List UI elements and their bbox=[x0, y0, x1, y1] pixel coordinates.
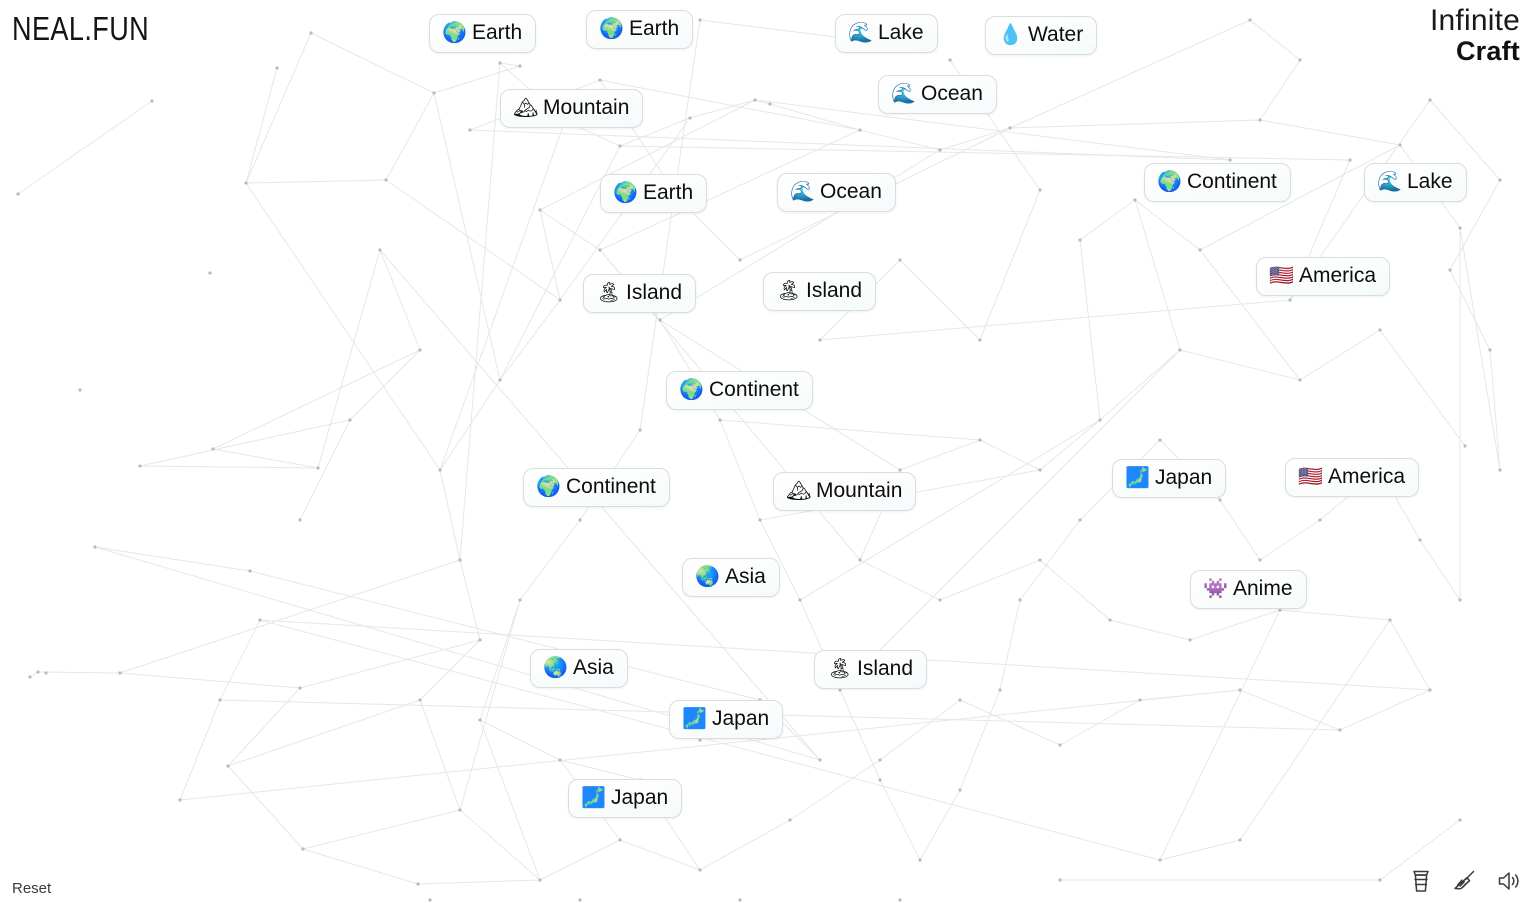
element-card[interactable]: 🏝 Island bbox=[763, 272, 877, 312]
element-label: Earth bbox=[472, 21, 523, 44]
snow-capped-mountain-icon: 🏔 bbox=[513, 97, 539, 120]
element-label: Continent bbox=[709, 378, 799, 401]
desert-island-icon: 🏝 bbox=[596, 282, 622, 305]
element-label: Island bbox=[806, 279, 863, 302]
water-wave-icon: 🌊 bbox=[848, 22, 873, 45]
element-label: Continent bbox=[566, 475, 656, 498]
speaker-icon[interactable] bbox=[1496, 867, 1522, 895]
element-card[interactable]: 🌏 Asia bbox=[682, 558, 780, 598]
background-network bbox=[16, 18, 1502, 902]
globe-europe-africa-icon: 🌍 bbox=[679, 379, 704, 402]
element-label: Ocean bbox=[820, 180, 882, 203]
element-card[interactable]: 🇺🇸 America bbox=[1285, 458, 1420, 498]
element-label: Ocean bbox=[921, 82, 983, 105]
globe-europe-africa-icon: 🌍 bbox=[442, 22, 467, 45]
element-label: America bbox=[1328, 465, 1406, 488]
element-card[interactable]: 🗾 Japan bbox=[669, 700, 784, 740]
element-card[interactable]: 🌍 Continent bbox=[523, 468, 670, 508]
map-of-japan-icon: 🗾 bbox=[682, 708, 707, 731]
snow-capped-mountain-icon: 🏔 bbox=[786, 480, 812, 503]
element-label: Island bbox=[626, 281, 683, 304]
element-card[interactable]: 🌍 Earth bbox=[586, 10, 694, 50]
coffee-cup-icon[interactable] bbox=[1408, 867, 1434, 895]
globe-asia-australia-icon: 🌏 bbox=[543, 657, 568, 680]
reset-button[interactable]: Reset bbox=[12, 880, 51, 897]
flag-united-states-icon: 🇺🇸 bbox=[1298, 466, 1323, 489]
element-label: Mountain bbox=[543, 96, 630, 119]
element-card[interactable]: 🌊 Lake bbox=[1364, 163, 1467, 203]
element-label: America bbox=[1299, 264, 1377, 287]
flag-united-states-icon: 🇺🇸 bbox=[1269, 265, 1294, 288]
droplet-icon: 💧 bbox=[998, 24, 1023, 47]
element-label: Lake bbox=[1407, 170, 1453, 193]
element-card[interactable]: 🌍 Earth bbox=[429, 14, 537, 54]
water-wave-icon: 🌊 bbox=[790, 181, 815, 204]
element-label: Mountain bbox=[816, 479, 903, 502]
infinite-craft-logo: Infinite Craft bbox=[1430, 6, 1520, 65]
element-label: Anime bbox=[1233, 577, 1293, 600]
element-card[interactable]: 🌍 Continent bbox=[1144, 163, 1291, 203]
element-card[interactable]: 🌊 Ocean bbox=[878, 75, 997, 115]
element-card[interactable]: 🌊 Ocean bbox=[777, 173, 896, 213]
network-edges bbox=[17, 19, 1501, 885]
element-label: Water bbox=[1028, 23, 1084, 46]
element-card[interactable]: 🏝 Island bbox=[814, 650, 928, 690]
element-label: Earth bbox=[629, 17, 680, 40]
broom-icon[interactable] bbox=[1452, 867, 1478, 895]
globe-europe-africa-icon: 🌍 bbox=[599, 18, 624, 41]
element-card[interactable]: 🌍 Earth bbox=[600, 174, 708, 214]
globe-europe-africa-icon: 🌍 bbox=[613, 182, 638, 205]
element-card[interactable]: 💧 Water bbox=[985, 16, 1098, 56]
desert-island-icon: 🏝 bbox=[827, 658, 853, 681]
water-wave-icon: 🌊 bbox=[891, 83, 916, 106]
element-label: Earth bbox=[643, 181, 694, 204]
alien-monster-icon: 👾 bbox=[1203, 578, 1228, 601]
element-label: Island bbox=[857, 657, 914, 680]
element-card[interactable]: 🌊 Lake bbox=[835, 14, 938, 54]
element-card[interactable]: 🏔 Mountain bbox=[500, 89, 644, 129]
network-nodes bbox=[16, 18, 1502, 902]
globe-europe-africa-icon: 🌍 bbox=[1157, 171, 1182, 194]
element-card[interactable]: 👾 Anime bbox=[1190, 570, 1307, 610]
element-card[interactable]: 🏔 Mountain bbox=[773, 472, 917, 512]
element-label: Asia bbox=[725, 565, 766, 588]
globe-asia-australia-icon: 🌏 bbox=[695, 566, 720, 589]
element-label: Continent bbox=[1187, 170, 1277, 193]
element-card[interactable]: 🌏 Asia bbox=[530, 649, 628, 689]
desert-island-icon: 🏝 bbox=[776, 280, 802, 303]
element-label: Lake bbox=[878, 21, 924, 44]
element-label: Asia bbox=[573, 656, 614, 679]
map-of-japan-icon: 🗾 bbox=[1125, 467, 1150, 490]
element-card[interactable]: 🗾 Japan bbox=[1112, 459, 1227, 499]
globe-europe-africa-icon: 🌍 bbox=[536, 476, 561, 499]
element-card[interactable]: 🇺🇸 America bbox=[1256, 257, 1391, 297]
tool-bar bbox=[1408, 867, 1522, 895]
element-card[interactable]: 🏝 Island bbox=[583, 274, 697, 314]
infinite-craft-app: NEAL.FUN Infinite Craft 🌍 Earth 🌍 Earth 🌊 Lak… bbox=[0, 0, 1534, 903]
water-wave-icon: 🌊 bbox=[1377, 171, 1402, 194]
element-label: Japan bbox=[611, 786, 669, 809]
element-label: Japan bbox=[712, 707, 770, 730]
map-of-japan-icon: 🗾 bbox=[581, 787, 606, 810]
element-card[interactable]: 🗾 Japan bbox=[568, 779, 683, 819]
logo-craft-word: Craft bbox=[1455, 36, 1520, 66]
element-label: Japan bbox=[1155, 466, 1213, 489]
element-card[interactable]: 🌍 Continent bbox=[666, 371, 813, 411]
logo-infinite-word: Infinite bbox=[1430, 4, 1520, 37]
neal-fun-logo[interactable]: NEAL.FUN bbox=[12, 10, 149, 48]
